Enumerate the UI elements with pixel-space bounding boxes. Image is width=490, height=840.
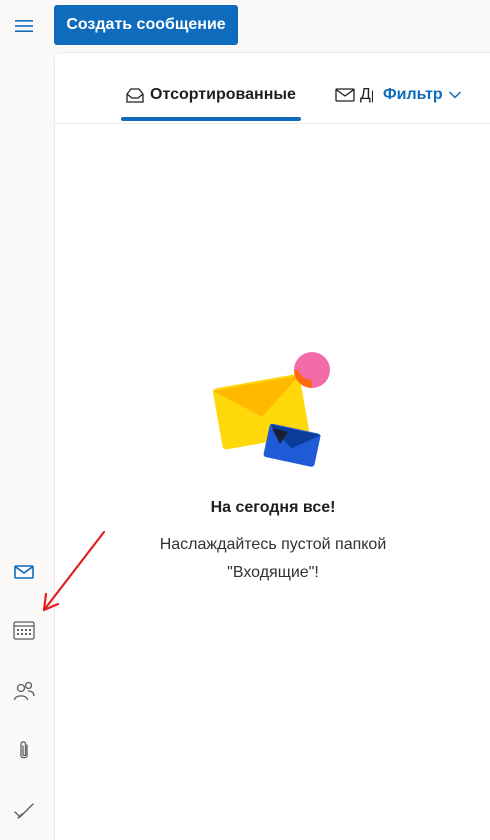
- tab-focused[interactable]: Отсортированные: [125, 81, 296, 109]
- hamburger-icon[interactable]: [10, 12, 38, 40]
- calendar-icon[interactable]: [10, 616, 38, 644]
- paperclip-icon[interactable]: [10, 737, 38, 765]
- mail-icon: [335, 88, 355, 102]
- compose-button[interactable]: Создать сообщение: [54, 5, 238, 45]
- annotation-arrow: [42, 530, 106, 612]
- filter-label: Фильтр: [383, 86, 443, 103]
- left-rail: [0, 52, 54, 839]
- inbox-icon: [126, 88, 144, 103]
- message-list-pane: Отсортированные Другие Фильтр: [54, 52, 490, 840]
- filter-button[interactable]: Фильтр: [383, 81, 466, 109]
- empty-inbox-illustration: [212, 352, 330, 467]
- people-icon[interactable]: [10, 677, 38, 705]
- chevron-down-icon: [448, 91, 461, 99]
- tab-other-label: Другие: [360, 86, 373, 103]
- empty-state-title: На сегодня все!: [210, 499, 336, 516]
- tab-selected-indicator: [121, 117, 301, 121]
- top-bar: Создать сообщение: [0, 0, 490, 52]
- inbox-tabs: Отсортированные Другие Фильтр: [55, 53, 490, 124]
- empty-state-subtitle: Наслаждайтесь пустой папкой "Входящие"!: [159, 536, 387, 581]
- tab-focused-label: Отсортированные: [150, 86, 296, 103]
- tab-other[interactable]: Другие: [335, 81, 373, 109]
- checkmark-icon[interactable]: [10, 797, 38, 825]
